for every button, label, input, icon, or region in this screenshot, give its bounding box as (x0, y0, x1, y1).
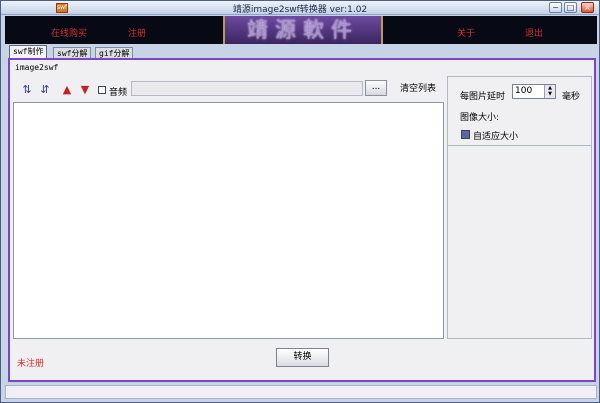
arrow-down-icon[interactable]: ▼ (78, 84, 92, 96)
menu-register[interactable]: 注册 (128, 26, 146, 39)
window-title: 靖源image2swf转换器 ver:1.02 (232, 5, 368, 15)
title-bar: swf 靖源image2swf转换器 ver:1.02 − □ × (1, 1, 599, 15)
maximize-button[interactable]: □ (564, 2, 577, 13)
audio-path-field[interactable] (131, 81, 363, 96)
unregistered-label: 未注册 (17, 359, 45, 369)
settings-box: 每图片延时 100 ▲ ▼ 毫秒 图像大小: 自适应大小 (448, 77, 591, 146)
banner-logo: 靖源軟件 (247, 18, 359, 42)
sort-ascending-icon[interactable]: ⇅ (20, 84, 34, 96)
image-list[interactable] (13, 102, 444, 339)
panel-caption: image2swf (15, 63, 59, 72)
arrow-up-icon[interactable]: ▲ (60, 84, 74, 96)
delay-label: 每图片延时 (460, 92, 506, 102)
menu-exit[interactable]: 退出 (525, 26, 543, 39)
audio-label: 音频 (109, 88, 128, 98)
menu-buy-online[interactable]: 在线购买 (51, 26, 87, 39)
delay-spinner[interactable]: ▲ ▼ (544, 85, 555, 98)
image-size-label: 图像大小: (460, 113, 500, 123)
sort-descending-icon[interactable]: ⇵ (38, 84, 52, 96)
delay-unit-label: 毫秒 (562, 92, 581, 102)
status-bar (5, 385, 597, 399)
clear-list-button[interactable]: 清空列表 (400, 81, 436, 94)
settings-pane: 每图片延时 100 ▲ ▼ 毫秒 图像大小: 自适应大小 (447, 76, 592, 339)
image2swf-panel: image2swf ⇅ ⇵ ▲ ▼ 音频 ... 清空列表 每图片延时 100 … (8, 58, 596, 382)
app-window: swf 靖源image2swf转换器 ver:1.02 − □ × 靖源軟件 在… (0, 0, 600, 403)
list-toolbar: ⇅ ⇵ ▲ ▼ 音频 ... 清空列表 (10, 76, 447, 102)
convert-button[interactable]: 转换 (276, 348, 329, 367)
banner-menu: 靖源軟件 在线购买 注册 关于 退出 (5, 16, 597, 44)
browse-button[interactable]: ... (365, 80, 387, 96)
close-button[interactable]: × (581, 2, 594, 13)
tab-swf-make[interactable]: swf制作 (9, 45, 48, 59)
autosize-checkbox[interactable] (461, 130, 470, 139)
tab-strip: swf制作 swf分解 gif分解 (5, 45, 597, 59)
menu-about[interactable]: 关于 (457, 26, 475, 39)
audio-checkbox[interactable] (98, 86, 106, 94)
minimize-button[interactable]: − (549, 2, 562, 13)
panel-bottom-divider (8, 380, 596, 382)
autosize-label: 自适应大小 (473, 132, 519, 142)
